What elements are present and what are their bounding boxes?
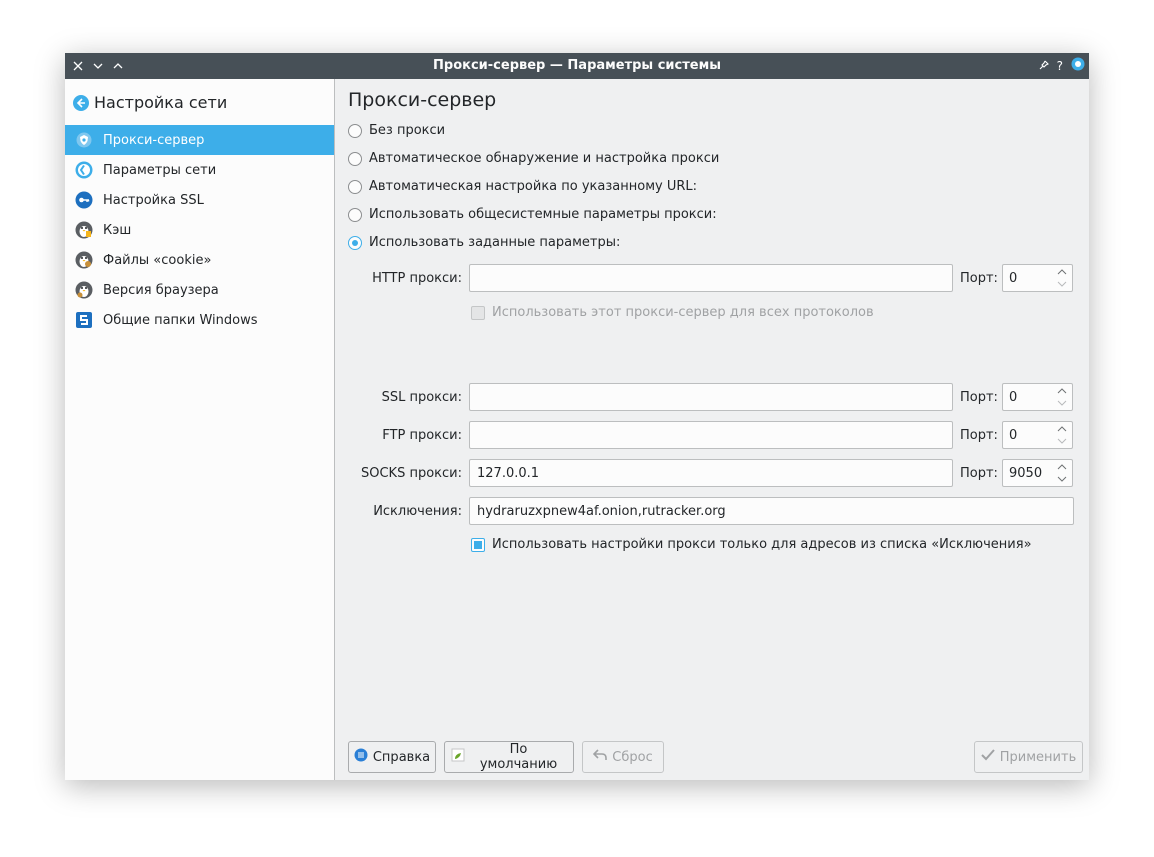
ssl-proxy-label: SSL прокси: <box>381 390 462 405</box>
ssl-key-icon <box>75 191 93 209</box>
help-question-icon[interactable]: ? <box>1057 59 1063 73</box>
checkbox-label: Использовать настройки прокси только для… <box>492 537 1032 552</box>
sidebar-item-label: Версия браузера <box>103 282 219 298</box>
socks-port-label: Порт: <box>960 466 998 481</box>
pin-icon[interactable] <box>1039 59 1049 74</box>
radio-button[interactable] <box>348 235 362 250</box>
app-menu-icon[interactable] <box>1071 57 1085 75</box>
spin-up-icon[interactable] <box>1056 461 1068 473</box>
sidebar-nav: Прокси-сервер Параметры сети Настройка S… <box>65 125 334 335</box>
spin-down-icon[interactable] <box>1056 473 1068 485</box>
network-globe-icon <box>75 161 93 179</box>
reset-button[interactable]: Сброс <box>582 741 664 773</box>
browser-penguin-icon <box>75 281 93 299</box>
sidebar: Настройка сети Прокси-сервер Параметры с… <box>65 79 335 780</box>
radio-label: Автоматическая настройка по указанному U… <box>369 179 697 194</box>
radio-label: Использовать общесистемные параметры про… <box>369 207 717 222</box>
spin-up-icon[interactable] <box>1056 266 1068 278</box>
sidebar-title: Настройка сети <box>94 93 228 112</box>
system-settings-window: Прокси-сервер — Параметры системы ? Наст… <box>65 53 1089 780</box>
back-button[interactable]: Настройка сети <box>73 93 227 112</box>
spin-value: 0 <box>1009 428 1018 443</box>
socks-proxy-input[interactable] <box>469 459 953 487</box>
socks-proxy-label: SOCKS прокси: <box>360 466 462 481</box>
apply-button-label: Применить <box>999 749 1077 765</box>
sidebar-item-label: Общие папки Windows <box>103 312 258 328</box>
checkmark-icon <box>981 749 995 765</box>
help-button[interactable]: Справка <box>348 741 436 773</box>
sidebar-item-ssl[interactable]: Настройка SSL <box>65 185 334 215</box>
sidebar-item-label: Настройка SSL <box>103 192 204 208</box>
spin-value: 0 <box>1009 390 1018 405</box>
window-title: Прокси-сервер — Параметры системы <box>433 58 721 73</box>
radio-label: Без прокси <box>369 123 446 138</box>
http-proxy-input[interactable] <box>469 264 953 292</box>
title-bar: Прокси-сервер — Параметры системы ? <box>65 53 1089 79</box>
only-exceptions-checkbox[interactable]: Использовать настройки прокси только для… <box>471 537 1032 552</box>
proxy-settings-panel: Прокси-сервер Без прокси Автоматическое … <box>335 79 1089 780</box>
checkbox-label: Использовать этот прокси-сервер для всех… <box>492 305 874 320</box>
radio-button[interactable] <box>348 123 362 138</box>
defaults-button[interactable]: По умолчанию <box>444 741 574 773</box>
ftp-proxy-label: FTP прокси: <box>382 428 462 443</box>
ftp-proxy-input[interactable] <box>469 421 953 449</box>
radio-system-proxy[interactable]: Использовать общесистемные параметры про… <box>348 207 717 222</box>
exceptions-label: Исключения: <box>373 504 462 519</box>
radio-label: Использовать заданные параметры: <box>369 235 621 250</box>
apply-button[interactable]: Применить <box>974 741 1083 773</box>
sidebar-item-proxy[interactable]: Прокси-сервер <box>65 125 334 155</box>
page-title: Прокси-сервер <box>348 89 497 111</box>
help-button-label: Справка <box>372 749 431 765</box>
sidebar-item-label: Прокси-сервер <box>103 132 205 148</box>
sidebar-item-cookies[interactable]: Файлы «cookie» <box>65 245 334 275</box>
radio-label: Автоматическое обнаружение и настройка п… <box>369 151 720 166</box>
sidebar-item-label: Параметры сети <box>103 162 217 178</box>
http-port-spinbox[interactable]: 0 <box>1002 264 1073 292</box>
spin-down-icon[interactable] <box>1056 278 1068 290</box>
radio-no-proxy[interactable]: Без прокси <box>348 123 445 138</box>
spin-up-icon[interactable] <box>1056 423 1068 435</box>
back-arrow-icon[interactable] <box>73 94 89 111</box>
sidebar-item-samba[interactable]: Общие папки Windows <box>65 305 334 335</box>
cookie-penguin-icon <box>75 251 93 269</box>
radio-button[interactable] <box>348 207 362 222</box>
sidebar-item-browser-id[interactable]: Версия браузера <box>65 275 334 305</box>
samba-icon <box>75 311 93 329</box>
checkbox[interactable] <box>471 305 485 320</box>
spin-down-icon[interactable] <box>1056 435 1068 447</box>
help-icon <box>354 748 368 766</box>
spin-down-icon[interactable] <box>1056 397 1068 409</box>
reset-button-label: Сброс <box>612 749 653 765</box>
use-for-all-protocols-checkbox[interactable]: Использовать этот прокси-сервер для всех… <box>471 305 874 320</box>
spin-up-icon[interactable] <box>1056 385 1068 397</box>
ssl-port-spinbox[interactable]: 0 <box>1002 383 1073 411</box>
spin-value: 9050 <box>1009 466 1043 481</box>
sidebar-item-label: Кэш <box>103 222 132 238</box>
checkbox[interactable] <box>471 537 485 552</box>
cache-penguin-icon <box>75 221 93 239</box>
radio-auto-detect[interactable]: Автоматическое обнаружение и настройка п… <box>348 151 719 166</box>
proxy-shield-icon <box>75 131 93 149</box>
sidebar-item-label: Файлы «cookie» <box>103 252 212 268</box>
exceptions-input[interactable] <box>469 497 1074 525</box>
socks-port-spinbox[interactable]: 9050 <box>1002 459 1073 487</box>
defaults-icon <box>451 748 465 766</box>
ssl-port-label: Порт: <box>960 390 998 405</box>
sidebar-item-cache[interactable]: Кэш <box>65 215 334 245</box>
undo-icon <box>593 749 608 765</box>
spin-value: 0 <box>1009 271 1018 286</box>
http-proxy-label: HTTP прокси: <box>372 271 462 286</box>
ftp-port-spinbox[interactable]: 0 <box>1002 421 1073 449</box>
radio-button[interactable] <box>348 179 362 194</box>
http-port-label: Порт: <box>960 271 998 286</box>
sidebar-item-network[interactable]: Параметры сети <box>65 155 334 185</box>
defaults-button-label: По умолчанию <box>479 742 558 772</box>
radio-manual-proxy[interactable]: Использовать заданные параметры: <box>348 235 620 250</box>
radio-button[interactable] <box>348 151 362 166</box>
ftp-port-label: Порт: <box>960 428 998 443</box>
ssl-proxy-input[interactable] <box>469 383 953 411</box>
radio-auto-config-url[interactable]: Автоматическая настройка по указанному U… <box>348 179 697 194</box>
